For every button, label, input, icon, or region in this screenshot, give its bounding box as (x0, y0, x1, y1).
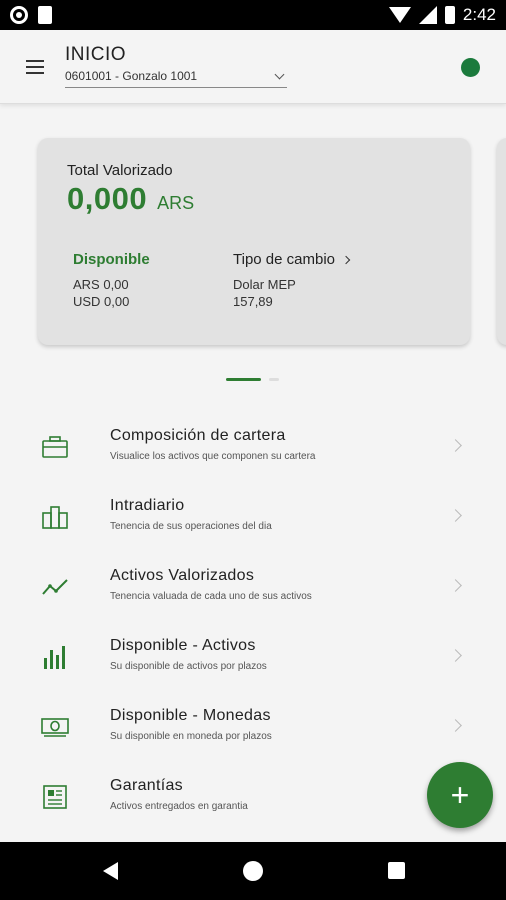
menu-item-activos-valorizados[interactable]: Activos Valorizados Tenencia valuada de … (0, 552, 506, 622)
menu-item-disponible-activos[interactable]: Disponible - Activos Su disponible de ac… (0, 622, 506, 692)
tipo-cambio-link[interactable]: Tipo de cambio (233, 251, 351, 268)
add-fab-button[interactable]: + (427, 762, 493, 828)
menu-list: Composición de cartera Visualice los act… (0, 412, 506, 832)
card-pager (226, 378, 279, 381)
tipo-cambio-name: Dolar MEP (233, 277, 296, 292)
menu-item-subtitle: Su disponible en moneda por plazos (110, 731, 272, 742)
recents-icon[interactable] (388, 862, 405, 879)
menu-item-subtitle: Visualice los activos que componen su ca… (110, 451, 316, 462)
status-time: 2:42 (462, 5, 496, 24)
plus-icon: + (450, 776, 470, 813)
menu-item-subtitle: Activos entregados en garantia (110, 801, 248, 812)
signal-icon (418, 6, 437, 24)
banknote-icon (41, 718, 69, 737)
total-currency: ARS (157, 193, 195, 213)
home-icon[interactable] (243, 861, 263, 881)
chevron-right-icon (449, 509, 462, 522)
menu-item-subtitle: Tenencia de sus operaciones del dia (110, 521, 272, 532)
chevron-down-icon (274, 69, 285, 80)
system-nav-bar (0, 842, 506, 900)
trend-line-icon (42, 579, 68, 595)
wifi-icon (388, 7, 411, 23)
next-card[interactable] (497, 138, 506, 345)
menu-item-title: Disponible - Monedas (110, 707, 271, 724)
menu-item-disponible-monedas[interactable]: Disponible - Monedas Su disponible en mo… (0, 692, 506, 762)
battery-icon (444, 6, 455, 24)
hamburger-menu-icon[interactable] (26, 60, 44, 74)
briefcase-icon (42, 436, 68, 458)
tipo-cambio-label: Tipo de cambio (233, 251, 335, 268)
document-icon (43, 785, 67, 809)
app-bar: INICIO 0601001 - Gonzalo 1001 (0, 30, 506, 104)
menu-item-subtitle: Su disponible de activos por plazos (110, 661, 267, 672)
total-row: 0,000 ARS (67, 181, 194, 217)
chevron-right-icon (449, 439, 462, 452)
connection-status-icon (461, 58, 480, 77)
menu-item-composicion-cartera[interactable]: Composición de cartera Visualice los act… (0, 412, 506, 482)
total-label: Total Valorizado (67, 162, 173, 179)
menu-item-title: Garantías (110, 777, 183, 794)
account-selector-value: 0601001 - Gonzalo 1001 (65, 69, 198, 83)
chevron-right-icon (449, 649, 462, 662)
pager-dot-active[interactable] (226, 378, 261, 381)
bar-chart-icon (44, 646, 65, 669)
menu-item-title: Intradiario (110, 497, 185, 514)
total-value: 0,000 (67, 181, 148, 216)
menu-item-title: Composición de cartera (110, 427, 286, 444)
disponible-usd: USD 0,00 (73, 294, 130, 309)
menu-item-intradiario[interactable]: Intradiario Tenencia de sus operaciones … (0, 482, 506, 552)
tipo-cambio-value: 157,89 (233, 294, 273, 309)
menu-item-title: Disponible - Activos (110, 637, 256, 654)
sd-card-icon (38, 6, 52, 24)
disponible-label: Disponible (73, 251, 150, 268)
summary-card: Total Valorizado 0,000 ARS Disponible AR… (38, 138, 470, 345)
account-selector[interactable]: 0601001 - Gonzalo 1001 (65, 68, 287, 88)
pager-dot[interactable] (269, 378, 279, 381)
disponible-ars: ARS 0,00 (73, 277, 129, 292)
status-bar: 2:42 (0, 0, 506, 30)
menu-item-title: Activos Valorizados (110, 567, 255, 584)
buildings-icon (42, 506, 68, 529)
menu-item-subtitle: Tenencia valuada de cada uno de sus acti… (110, 591, 312, 602)
page-title: INICIO (65, 44, 127, 65)
chevron-right-icon (449, 579, 462, 592)
notification-icon (10, 6, 28, 24)
chevron-right-icon (341, 255, 351, 264)
back-icon[interactable] (103, 862, 118, 880)
chevron-right-icon (449, 719, 462, 732)
